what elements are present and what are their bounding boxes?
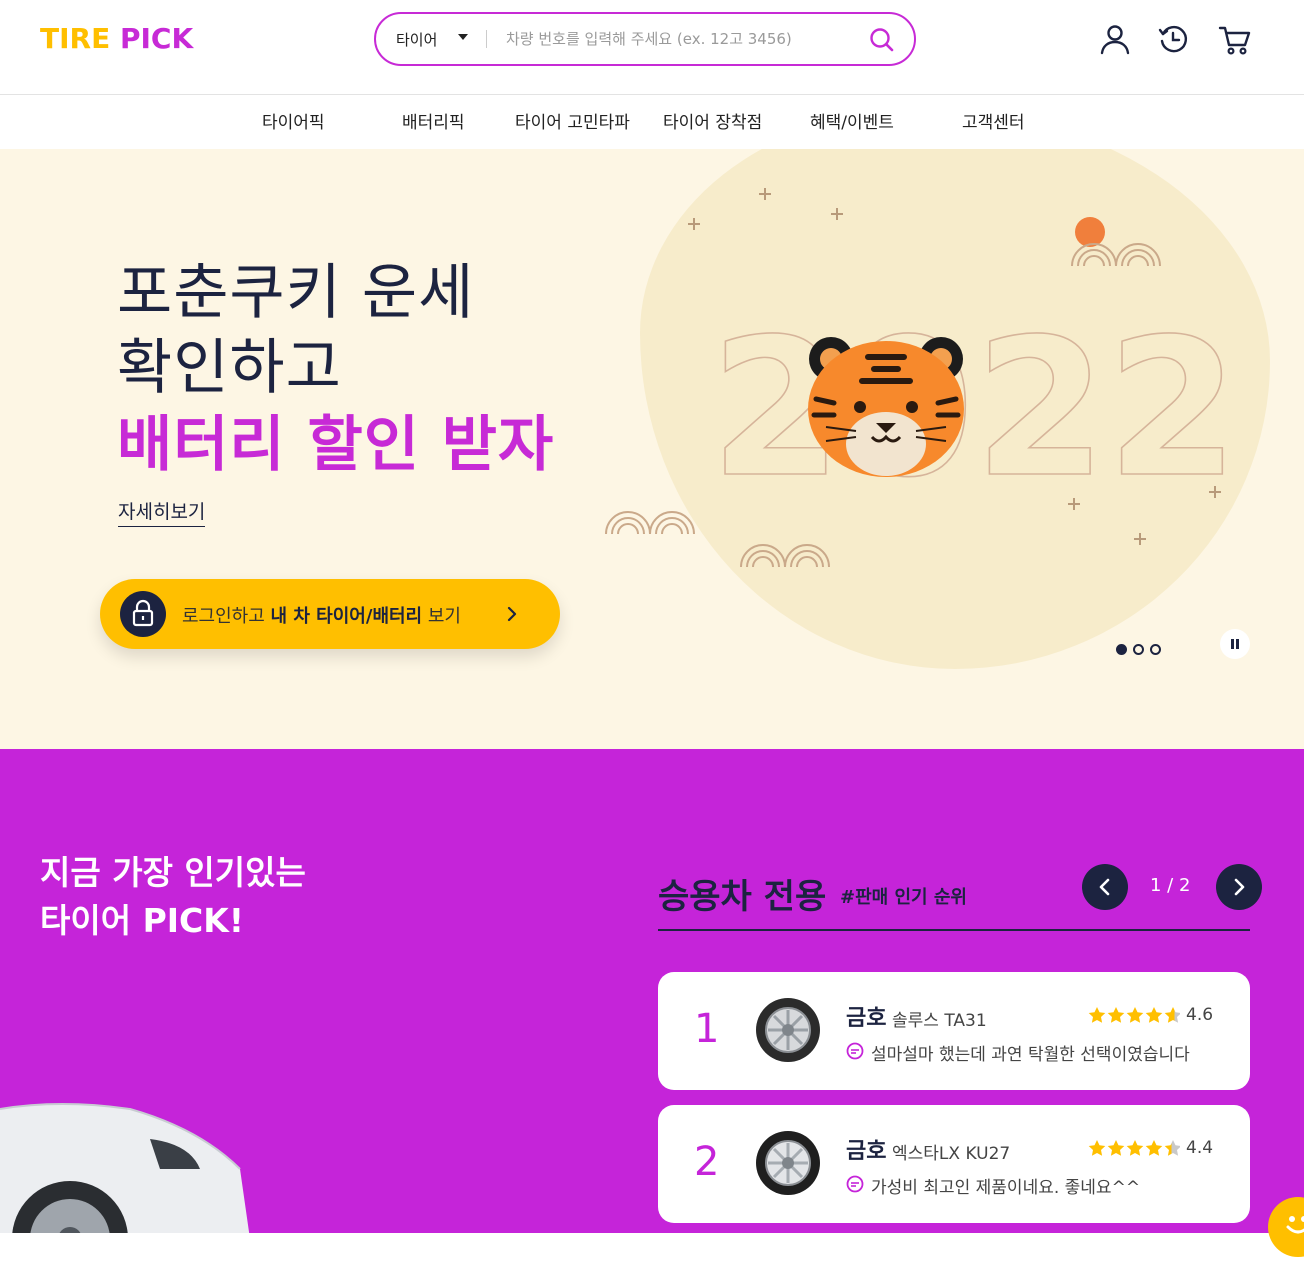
- chevron-right-icon: [507, 606, 517, 622]
- cta-text-pre: 로그인하고: [182, 606, 271, 627]
- ranking-card-2[interactable]: 2 금호 엑스타LX KU27 4.4 가성비 최고인 제품이네요. 좋네요^^: [658, 1105, 1250, 1223]
- nav-item-customer-center[interactable]: 고객센터: [962, 108, 1025, 133]
- login-cta-button[interactable]: 로그인하고 내 차 타이어/배터리 보기: [100, 579, 560, 649]
- tire-brand: 금호: [846, 1139, 887, 1164]
- search-category-select[interactable]: 타이어: [396, 29, 437, 50]
- star-rating: [1088, 1140, 1180, 1156]
- star-rating: [1088, 1007, 1180, 1023]
- login-cta-label: 로그인하고 내 차 타이어/배터리 보기: [182, 602, 461, 628]
- tire-image: [756, 1131, 820, 1195]
- nav-item-install-shop[interactable]: 타이어 장착점: [663, 108, 762, 133]
- ranking-subtitle: #판매 인기 순위: [840, 887, 967, 908]
- hero-more-link[interactable]: 자세히보기: [118, 497, 206, 527]
- carousel-dot-3[interactable]: [1150, 644, 1161, 655]
- carousel-dot-1[interactable]: [1116, 644, 1127, 655]
- review-bubble-icon: [846, 1175, 864, 1193]
- rating-score: 4.4: [1186, 1138, 1214, 1158]
- logo-part-tire: TIRE: [40, 22, 111, 55]
- smile-icon: [1286, 1216, 1304, 1234]
- hero-headline-line1: 포춘쿠키 운세: [117, 258, 475, 328]
- page-indicator: 1 / 2: [1150, 875, 1191, 896]
- popular-title: 지금 가장 인기있는 타이어 PICK!: [40, 849, 306, 945]
- chevron-down-icon[interactable]: [458, 34, 468, 40]
- search-bar: 타이어: [374, 12, 916, 66]
- rank-number: 2: [694, 1139, 720, 1185]
- ranking-card-1[interactable]: 1 금호 솔루스 TA31 4.6 설마설마 했는데 과연 탁월한 선택이였습니…: [658, 972, 1250, 1090]
- search-input[interactable]: [506, 24, 846, 54]
- carousel-dot-2[interactable]: [1133, 644, 1144, 655]
- chat-bot-button[interactable]: [1268, 1197, 1304, 1257]
- year-digit: 2022: [710, 298, 1239, 519]
- lock-icon: [120, 591, 166, 637]
- rank-number: 1: [694, 1006, 720, 1052]
- nav-item-tirepick[interactable]: 타이어픽: [262, 108, 325, 133]
- pause-button[interactable]: [1220, 629, 1250, 659]
- chevron-left-icon: [1099, 878, 1110, 896]
- hero-banner: 포춘쿠키 운세 확인하고 배터리 할인 받자 자세히보기 2022 로그인하고 …: [0, 149, 1304, 749]
- tire-image: [756, 998, 820, 1062]
- next-page-button[interactable]: [1216, 864, 1262, 910]
- popular-title-line2: 타이어 PICK!: [40, 901, 244, 940]
- year-2022-tiger-illustration: 2022: [605, 188, 1240, 568]
- review-bubble-icon: [846, 1042, 864, 1060]
- tire-model: 엑스타LX KU27: [892, 1144, 1011, 1164]
- hero-headline-line2: 확인하고: [117, 333, 342, 403]
- popular-tires-section: 지금 가장 인기있는 타이어 PICK! 승용차 전용 #판매 인기 순위 1 …: [0, 749, 1304, 1233]
- nav-item-tire-solution[interactable]: 타이어 고민타파: [515, 108, 630, 133]
- logo[interactable]: TIRE PICK: [40, 22, 193, 55]
- nav-item-batterypick[interactable]: 배터리픽: [402, 108, 465, 133]
- carousel-pagination: [1116, 640, 1167, 659]
- cta-text-bold: 내 차 타이어/배터리: [270, 606, 423, 627]
- site-header: TIRE PICK 타이어: [0, 0, 1304, 95]
- review-text: 설마설마 했는데 과연 탁월한 선택이였습니다: [871, 1045, 1190, 1065]
- pause-icon-bar: [1236, 639, 1239, 649]
- tire-model: 솔루스 TA31: [892, 1011, 987, 1031]
- popular-title-line1: 지금 가장 인기있는: [40, 853, 306, 892]
- nav-item-benefits[interactable]: 혜택/이벤트: [810, 108, 894, 133]
- search-icon[interactable]: [868, 26, 896, 54]
- chevron-right-icon: [1234, 878, 1245, 896]
- tire-brand: 금호: [846, 1006, 887, 1031]
- hero-headline-line3: 배터리 할인 받자: [117, 410, 555, 480]
- cta-text-post: 보기: [422, 606, 461, 627]
- review-text: 가성비 최고인 제품이네요. 좋네요^^: [871, 1178, 1141, 1198]
- history-icon[interactable]: [1157, 22, 1191, 56]
- user-icon[interactable]: [1098, 22, 1132, 56]
- main-nav: 타이어픽 배터리픽 타이어 고민타파 타이어 장착점 혜택/이벤트 고객센터: [0, 95, 1304, 149]
- search-divider: [486, 30, 487, 48]
- rating-score: 4.6: [1186, 1005, 1214, 1025]
- pause-icon: [1231, 639, 1234, 649]
- cart-icon[interactable]: [1218, 22, 1252, 56]
- logo-part-pick: PICK: [119, 22, 194, 55]
- ranking-title: 승용차 전용: [658, 877, 827, 917]
- car-image: [0, 1103, 250, 1233]
- prev-page-button[interactable]: [1082, 864, 1128, 910]
